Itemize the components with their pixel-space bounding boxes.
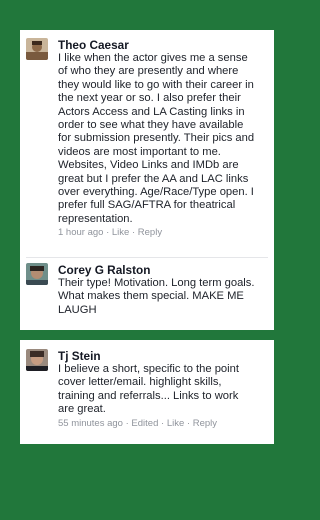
comment-meta: 55 minutes ago · Edited · Like · Reply: [58, 417, 217, 429]
reply-link[interactable]: Reply: [193, 418, 217, 429]
author-name[interactable]: Corey G Ralston: [58, 263, 270, 277]
avatar[interactable]: [26, 263, 48, 285]
comment-text: I like when the actor gives me a sense o…: [58, 52, 255, 225]
timestamp[interactable]: 1 hour ago: [58, 227, 103, 238]
comment-text: Their type! Motivation. Long term goals.…: [58, 277, 255, 316]
comment-body: Corey G Ralston Their type! Motivation. …: [58, 263, 270, 317]
edited-label[interactable]: Edited: [131, 418, 158, 429]
like-link[interactable]: Like: [112, 227, 129, 238]
comments-card-bottom: Tj Stein I believe a short, specific to …: [20, 340, 274, 444]
divider: [26, 257, 268, 258]
avatar[interactable]: [26, 38, 48, 60]
author-name[interactable]: Tj Stein: [58, 349, 270, 363]
avatar[interactable]: [26, 349, 48, 371]
author-name[interactable]: Theo Caesar: [58, 38, 270, 52]
reply-link[interactable]: Reply: [138, 227, 162, 238]
avatar-theo-icon: [26, 38, 48, 60]
comments-card-top: Theo Caesar I like when the actor gives …: [20, 30, 274, 330]
like-link[interactable]: Like: [167, 418, 184, 429]
avatar-tj-icon: [26, 349, 48, 371]
comment-body: Theo Caesar I like when the actor gives …: [58, 38, 270, 239]
comment-meta: 1 hour ago · Like · Reply: [58, 227, 163, 239]
comment-body: Tj Stein I believe a short, specific to …: [58, 349, 270, 430]
comment-text: I believe a short, specific to the point…: [58, 363, 239, 416]
timestamp[interactable]: 55 minutes ago: [58, 418, 123, 429]
avatar-corey-icon: [26, 263, 48, 285]
